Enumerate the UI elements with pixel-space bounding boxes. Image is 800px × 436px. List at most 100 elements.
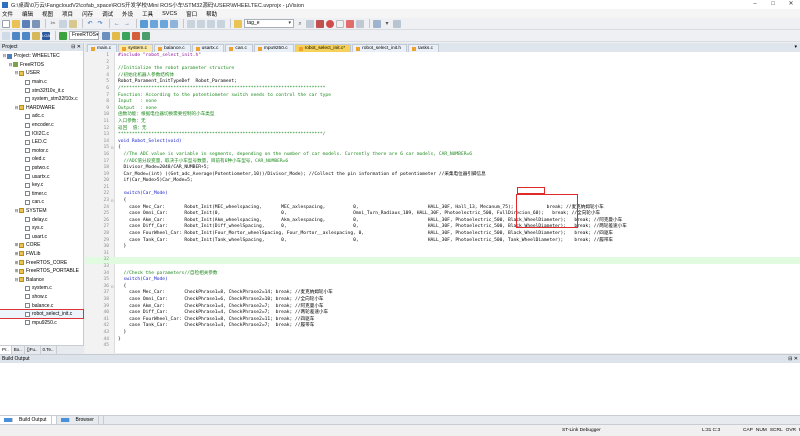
code-line[interactable]: 32 (85, 257, 800, 264)
tree-file-item[interactable]: timer.c (0, 190, 83, 199)
code-line[interactable]: 5 Robot_Parament_InitTypeDef Robot_Parame… (85, 79, 800, 86)
comment-icon[interactable] (207, 19, 215, 28)
code-line[interactable]: 34 //Check the parameters//自检相关参数 (85, 271, 800, 278)
code-line[interactable]: 21 (85, 185, 800, 192)
tree-folder-item[interactable]: ⊟ SYSTEM (0, 207, 83, 216)
code-line[interactable]: 31 (85, 251, 800, 258)
tree-file-item[interactable]: system.c (0, 284, 83, 293)
code-line[interactable]: 10 函数功能：根据电位器切换需要控制的小车类型 (85, 112, 800, 119)
code-line[interactable]: 45 (85, 343, 800, 350)
code-line[interactable]: 40 case Diff_Car: CheckPhrase1=4, CheckP… (85, 310, 800, 317)
editor-tab[interactable]: tasks.c (408, 44, 440, 52)
tree-folder-item[interactable]: ⊟ USER (0, 69, 83, 78)
undo-icon[interactable]: ↶ (86, 20, 94, 28)
cut-icon[interactable]: ✂ (49, 20, 57, 28)
next-bookmark-icon[interactable] (160, 19, 168, 28)
new-file-icon[interactable] (2, 19, 10, 28)
unindent-icon[interactable] (197, 19, 205, 28)
project-tab-0[interactable]: Pr.. (0, 346, 12, 354)
prev-bookmark-icon[interactable] (150, 19, 158, 28)
pin-icon[interactable]: ⊟ ✕ (71, 43, 81, 51)
tree-folder-item[interactable]: ⊞ CORE (0, 241, 83, 250)
bottom-tab-1[interactable]: Browser (57, 416, 104, 424)
code-line[interactable]: 44} (85, 337, 800, 344)
code-line[interactable]: 13 **************************************… (85, 132, 800, 139)
editor-tab[interactable]: robot_select_init.h (352, 44, 408, 52)
code-line[interactable]: 33 (85, 264, 800, 271)
editor-tab[interactable]: balance.c (154, 44, 191, 52)
build-icon[interactable] (12, 31, 20, 40)
tree-folder-item[interactable]: ⊟ HARDWARE (0, 104, 83, 113)
redo-icon[interactable]: ↷ (96, 20, 104, 28)
tree-file-item[interactable]: stm32f10x_it.c (0, 86, 83, 95)
menu-item-4[interactable]: 闪存 (82, 10, 93, 18)
target-select[interactable]: FreeRTOS ▾ (69, 31, 99, 40)
tree-file-item[interactable]: encoder.c (0, 121, 83, 130)
tree-file-item[interactable]: LED.C (0, 138, 83, 147)
code-line[interactable]: 23 ⊟ { (85, 198, 800, 205)
save-all-icon[interactable] (32, 19, 40, 28)
code-line[interactable]: 29 case Tank_Car: Robot_Init(Tank_wheelS… (85, 238, 800, 245)
tree-file-item[interactable]: adc.c (0, 112, 83, 121)
copy-icon[interactable] (59, 19, 67, 28)
project-tab-3[interactable]: 0.Te.. (41, 346, 57, 354)
bookmark-icon[interactable] (140, 19, 148, 28)
editor-tab[interactable]: usartx.c (191, 44, 225, 52)
breakpoint-icon[interactable] (326, 19, 334, 28)
tree-file-item[interactable]: can.c (0, 198, 83, 207)
tree-file-item[interactable]: key.c (0, 181, 83, 190)
bottom-tab-0[interactable]: Build Output (0, 416, 57, 424)
clear-bookmarks-icon[interactable] (170, 19, 178, 28)
menu-item-0[interactable]: 文件 (2, 10, 13, 18)
code-line[interactable]: 30 } (85, 244, 800, 251)
find-icon[interactable]: ⌕ (296, 20, 304, 28)
enable-all-breakpoints-icon[interactable] (356, 19, 364, 28)
file-extensions-icon[interactable] (112, 31, 120, 40)
download-icon[interactable]: LOAD (42, 31, 53, 40)
close-icon[interactable]: ⊟ ✕ (788, 355, 798, 363)
close-button[interactable]: ✕ (782, 0, 800, 9)
kill-breakpoints-icon[interactable] (346, 19, 354, 28)
tree-folder-item[interactable]: ⊟ Balance (0, 275, 83, 284)
tree-file-item[interactable]: delay.c (0, 215, 83, 224)
tree-file-item[interactable]: sys.c (0, 224, 83, 233)
uncomment-icon[interactable] (217, 19, 225, 28)
code-line[interactable]: 16 //The ADC value is variable in segmen… (85, 152, 800, 159)
menu-item-7[interactable]: 工具 (142, 10, 153, 18)
code-area[interactable]: 1 #include "robot_select_init.h" 2 3 //Initi… (85, 52, 800, 353)
open-folder-icon[interactable] (12, 19, 20, 28)
code-line[interactable]: 38 case Omni_Car: CheckPhrase1=6, CheckP… (85, 297, 800, 304)
code-line[interactable]: 20 if(Car_Mode>5)Car_Mode=5; (85, 178, 800, 185)
menu-item-8[interactable]: SVCS (162, 11, 177, 17)
code-line[interactable]: 7 Function: According to the potentiomete… (85, 93, 800, 100)
translate-icon[interactable] (2, 31, 10, 40)
menu-item-5[interactable]: 调试 (102, 10, 113, 18)
code-line[interactable]: 42 case Tank_Car: CheckPhrase1=4, CheckP… (85, 323, 800, 330)
code-line[interactable]: 28 case FourWheel_Car: Robot_Init(Four_M… (85, 231, 800, 238)
layout-dropdown-icon[interactable]: ▾ (383, 20, 391, 28)
code-line[interactable]: 6 /**************************************… (85, 86, 800, 93)
tree-file-item[interactable]: balance.c (0, 301, 83, 310)
code-line[interactable]: 8 Input : none (85, 99, 800, 106)
project-tab-1[interactable]: Bo.. (12, 346, 25, 354)
tree-folder-item[interactable]: ⊞ FreeRTOS_CORE (0, 258, 83, 267)
editor-tab[interactable]: mpu9250.c (253, 44, 294, 52)
config-icon[interactable] (393, 19, 401, 28)
code-line[interactable]: 18 Divisor_Mode=2048/CAR_NUMBER+5; (85, 165, 800, 172)
tree-file-item[interactable]: mpu9250.c (0, 318, 83, 327)
window-layout-icon[interactable] (373, 19, 381, 28)
tree-file-item[interactable]: main.c (0, 78, 83, 87)
tree-folder-item[interactable]: ⊞ FWLib (0, 250, 83, 259)
tree-folder-item[interactable]: ⊟ Project: WHEELTEC (0, 52, 83, 61)
tree-file-item[interactable]: usart.c (0, 232, 83, 241)
menu-item-1[interactable]: 编辑 (22, 10, 33, 18)
tree-file-item[interactable]: robot_select_init.c (0, 308, 84, 320)
menu-item-2[interactable]: 视图 (42, 10, 53, 18)
tree-file-item[interactable]: system_stm32f10x.c (0, 95, 83, 104)
code-line[interactable]: 22 switch(Car_Mode) (85, 191, 800, 198)
find-in-files-icon[interactable] (234, 19, 242, 28)
nav-back-icon[interactable]: ← (113, 20, 121, 28)
maximize-button[interactable]: □ (764, 0, 782, 9)
rte-icon[interactable] (142, 31, 150, 40)
paste-icon[interactable] (69, 19, 77, 28)
